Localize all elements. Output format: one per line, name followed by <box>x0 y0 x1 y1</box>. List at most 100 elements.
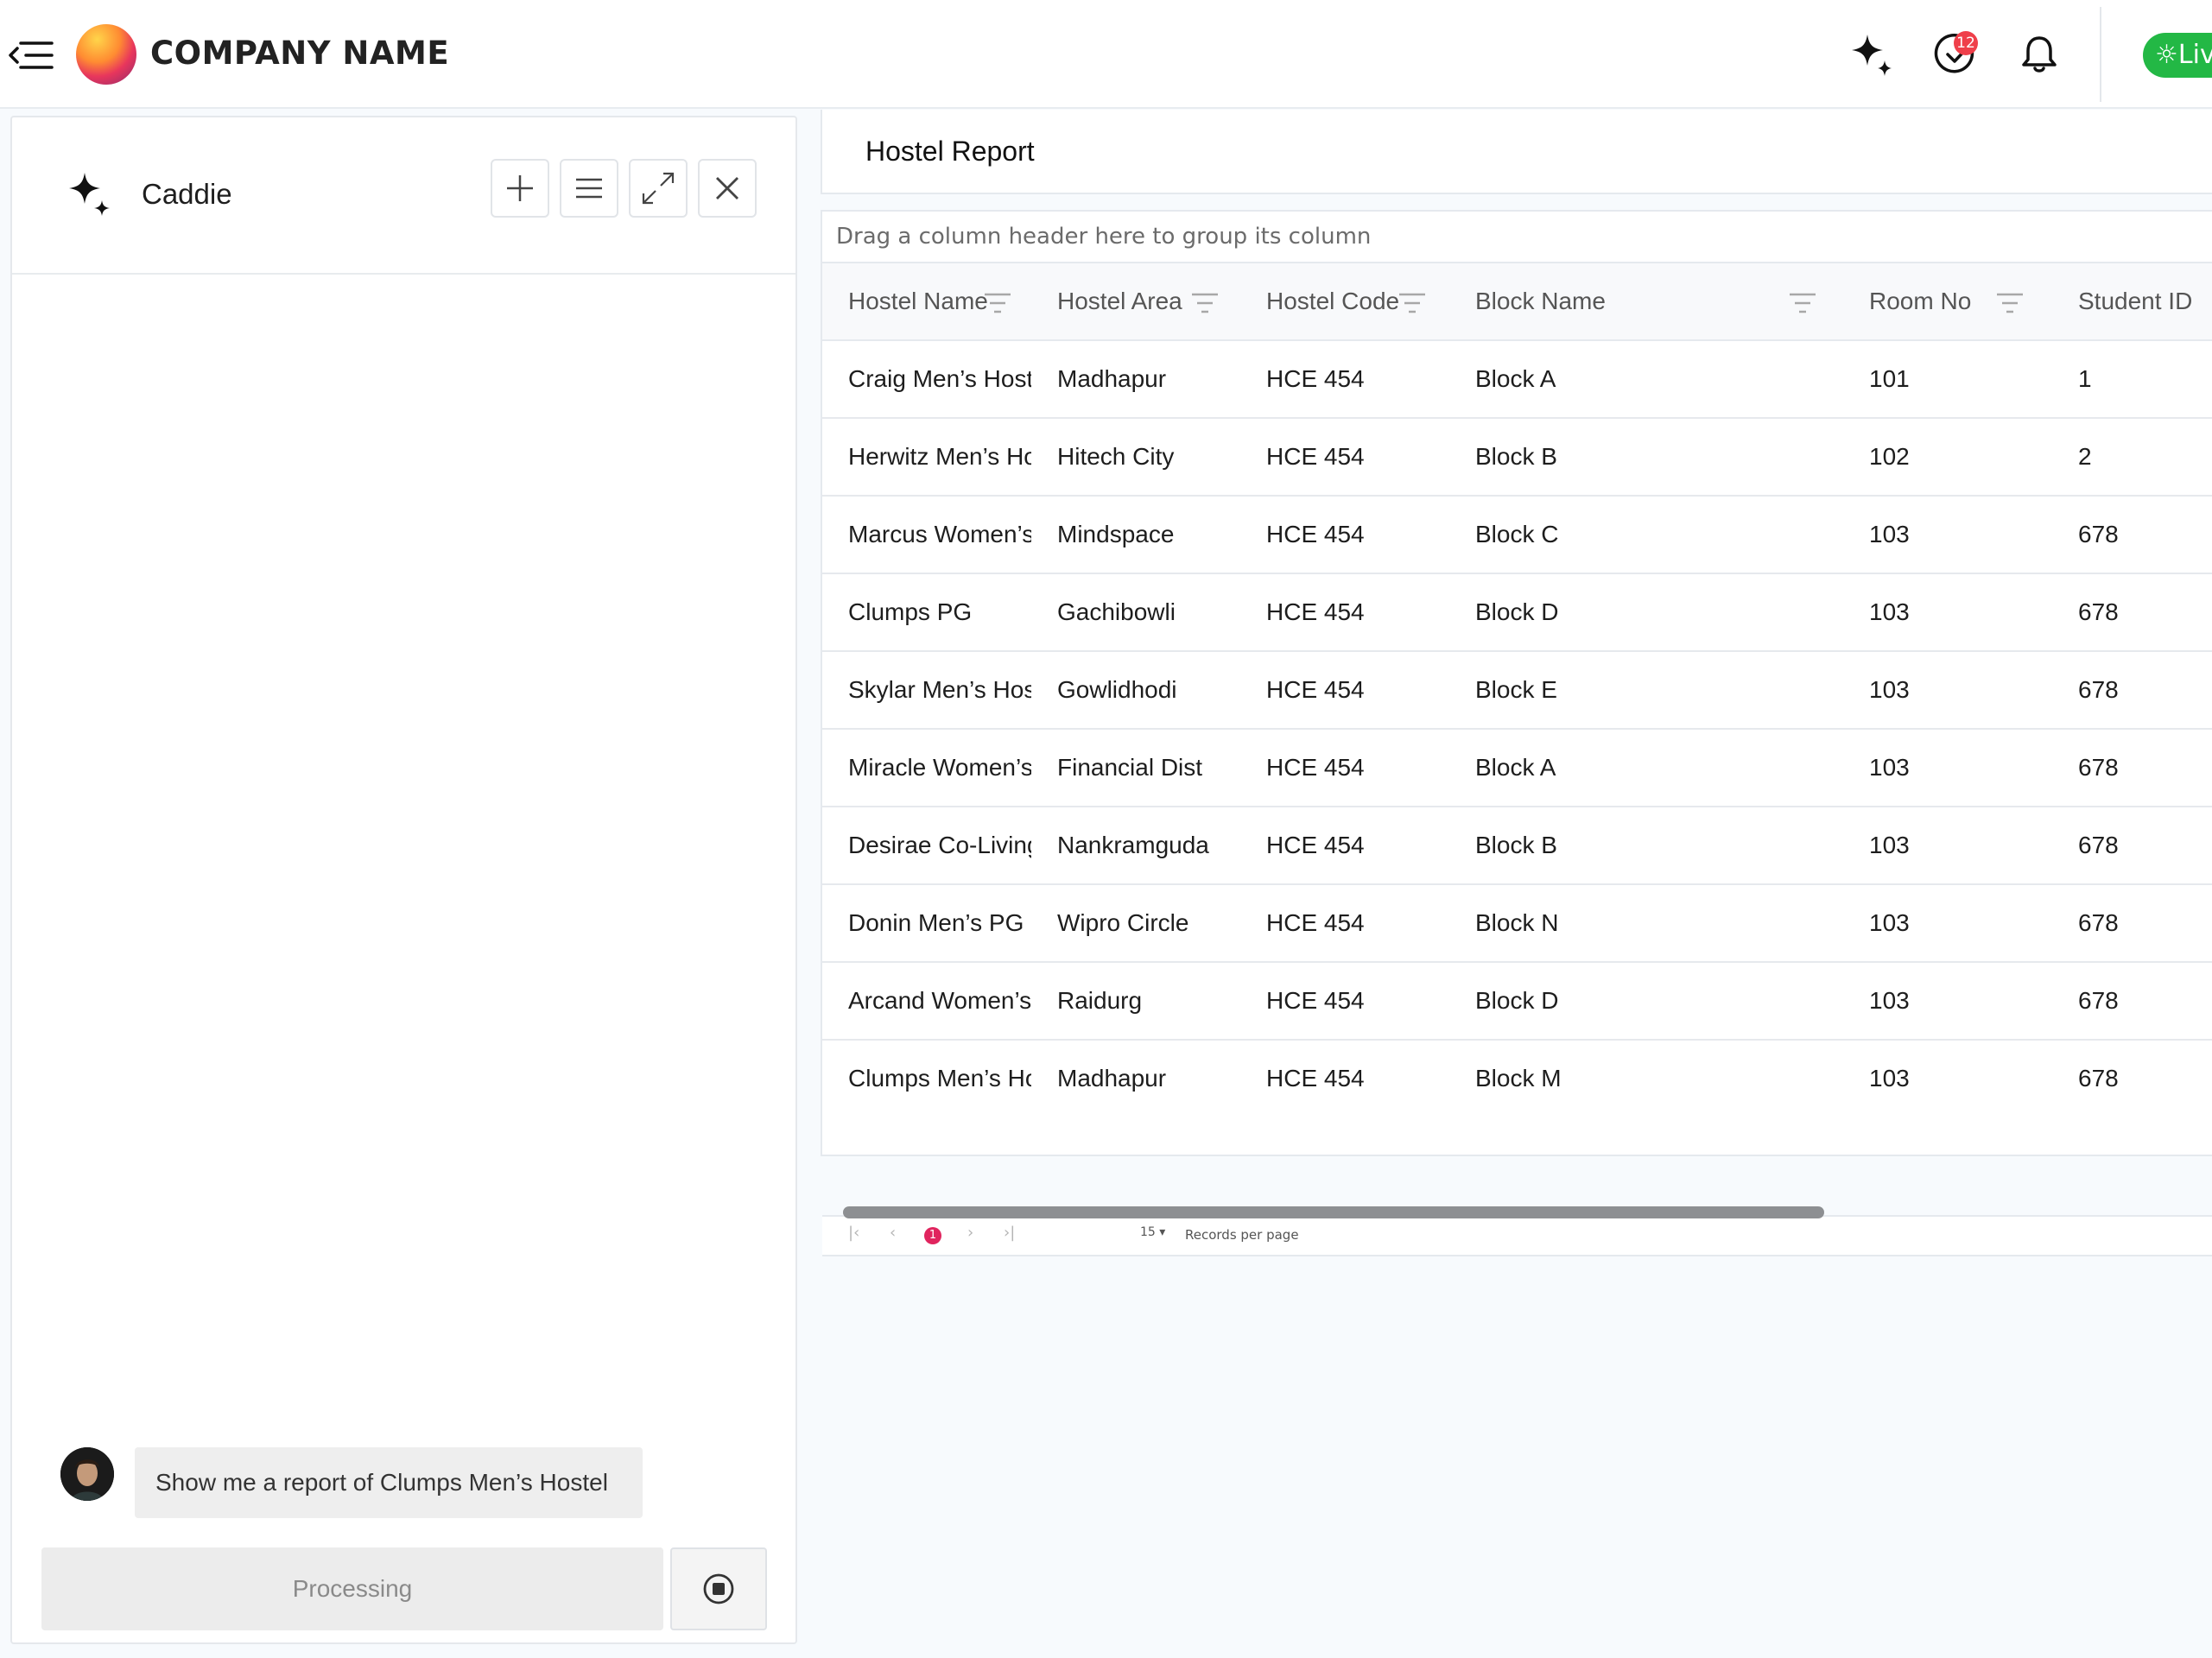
cell-student-id: 678 <box>2078 1065 2119 1092</box>
table-row[interactable]: Craig Men’s Hostel Madhapur HCE 454 Bloc… <box>822 341 2212 419</box>
caddie-header: Caddie <box>12 117 795 275</box>
cell-hostel-area: Wipro Circle <box>1057 909 1189 936</box>
next-page-icon[interactable]: › <box>967 1224 973 1242</box>
pagination-bar: |‹ ‹ 1 › ›| 15 ▾ Records per page <box>822 1215 2212 1256</box>
cell-block-name: Block M <box>1475 1065 1562 1092</box>
stop-icon <box>703 1573 734 1604</box>
processing-indicator: Processing <box>41 1547 663 1630</box>
cell-student-id: 1 <box>2078 365 2092 392</box>
cell-room-no: 101 <box>1869 365 1910 392</box>
notification-badge: 12 <box>1954 31 1978 55</box>
filter-icon[interactable] <box>1788 291 1817 315</box>
cell-room-no: 103 <box>1869 754 1910 781</box>
cell-student-id: 678 <box>2078 832 2119 858</box>
sparkle-icon <box>66 171 114 219</box>
history-button[interactable] <box>560 159 618 218</box>
prev-page-icon[interactable]: ‹ <box>890 1224 896 1242</box>
cell-student-id: 2 <box>2078 443 2092 470</box>
table-row[interactable]: Marcus Women’s Hostel Mindspace HCE 454 … <box>822 497 2212 574</box>
avatar <box>60 1447 114 1501</box>
filter-icon[interactable] <box>1190 291 1220 315</box>
first-page-icon[interactable]: |‹ <box>848 1224 859 1242</box>
cell-hostel-name: Marcus Women’s Hostel <box>848 521 1031 547</box>
cell-room-no: 103 <box>1869 521 1910 547</box>
column-header-hostel-code[interactable]: Hostel Code <box>1266 263 1399 339</box>
add-icon <box>507 175 533 201</box>
cell-hostel-name: Craig Men’s Hostel <box>848 365 1031 392</box>
cell-hostel-code: HCE 454 <box>1266 987 1365 1014</box>
user-message-bubble: Show me a report of Clumps Men’s Hostel <box>135 1447 643 1518</box>
cell-block-name: Block C <box>1475 521 1559 547</box>
expand-icon <box>642 172 675 205</box>
sparkle-icon[interactable] <box>1848 31 1895 78</box>
cell-hostel-code: HCE 454 <box>1266 598 1365 625</box>
column-header-block-name[interactable]: Block Name <box>1475 263 1606 339</box>
caddie-panel: Caddie Show me a report of Clumps Men’s … <box>10 116 797 1644</box>
cell-block-name: Block B <box>1475 832 1557 858</box>
cell-hostel-code: HCE 454 <box>1266 676 1365 703</box>
new-chat-button[interactable] <box>491 159 549 218</box>
cell-student-id: 678 <box>2078 909 2119 936</box>
chevron-down-icon: ▾ <box>1159 1225 1166 1239</box>
column-header-hostel-area[interactable]: Hostel Area <box>1057 263 1182 339</box>
table-row[interactable]: Clumps Men’s Hostel Madhapur HCE 454 Blo… <box>822 1041 2212 1101</box>
close-icon <box>716 177 738 199</box>
cell-hostel-name: Clumps PG <box>848 598 973 625</box>
bell-icon[interactable] <box>2016 31 2063 78</box>
table-row[interactable]: Desirae Co-Living Nankramguda HCE 454 Bl… <box>822 807 2212 885</box>
report-title-bar: Hostel Report <box>821 110 2212 194</box>
table-row[interactable]: Arcand Women’s Hostel Raidurg HCE 454 Bl… <box>822 963 2212 1041</box>
close-button[interactable] <box>698 159 757 218</box>
cell-hostel-area: Financial Dist <box>1057 754 1203 781</box>
cell-hostel-area: Gachibowli <box>1057 598 1176 625</box>
cell-block-name: Block N <box>1475 909 1559 936</box>
cell-room-no: 103 <box>1869 598 1910 625</box>
cell-hostel-area: Madhapur <box>1057 1065 1167 1092</box>
column-header-student-id[interactable]: Student ID <box>2078 263 2192 339</box>
table-row[interactable]: Donin Men’s PG Wipro Circle HCE 454 Bloc… <box>822 885 2212 963</box>
cell-hostel-name: Arcand Women’s Hostel <box>848 987 1031 1014</box>
report-title: Hostel Report <box>865 136 1035 167</box>
cell-hostel-name: Skylar Men’s Hostel <box>848 676 1031 703</box>
filter-icon[interactable] <box>1995 291 2025 315</box>
cell-hostel-area: Hitech City <box>1057 443 1175 470</box>
cell-block-name: Block A <box>1475 754 1556 781</box>
cell-hostel-code: HCE 454 <box>1266 909 1365 936</box>
cell-hostel-code: HCE 454 <box>1266 521 1365 547</box>
table-row[interactable]: Herwitz Men’s Hostel Hitech City HCE 454… <box>822 419 2212 497</box>
table-header: Hostel Name Hostel Area Hostel Code Bloc… <box>822 263 2212 341</box>
data-grid: Drag a column header here to group its c… <box>821 210 2212 1256</box>
cell-hostel-area: Mindspace <box>1057 521 1175 547</box>
last-page-icon[interactable]: ›| <box>1004 1224 1015 1242</box>
cell-hostel-area: Raidurg <box>1057 987 1143 1014</box>
cell-hostel-area: Gowlidhodi <box>1057 676 1177 703</box>
cell-student-id: 678 <box>2078 987 2119 1014</box>
group-drop-zone[interactable]: Drag a column header here to group its c… <box>822 212 2212 263</box>
table-row[interactable]: Clumps PG Gachibowli HCE 454 Block D 103… <box>822 574 2212 652</box>
table-row[interactable]: Skylar Men’s Hostel Gowlidhodi HCE 454 B… <box>822 652 2212 730</box>
page-number-current[interactable]: 1 <box>924 1227 941 1244</box>
list-icon <box>576 178 602 199</box>
page-size-select[interactable]: 15 ▾ <box>1140 1225 1165 1239</box>
stop-button[interactable] <box>670 1547 767 1630</box>
table-row[interactable]: Miracle Women’s Hostel Financial Dist HC… <box>822 730 2212 807</box>
horizontal-scrollbar[interactable] <box>843 1206 1824 1218</box>
cell-room-no: 103 <box>1869 1065 1910 1092</box>
column-header-room-no[interactable]: Room No <box>1869 263 1971 339</box>
cell-hostel-name: Desirae Co-Living <box>848 832 1031 858</box>
cell-block-name: Block A <box>1475 365 1556 392</box>
header-divider <box>2100 7 2101 102</box>
page-size-value: 15 <box>1140 1225 1156 1239</box>
table-body: Craig Men’s Hostel Madhapur HCE 454 Bloc… <box>822 341 2212 1101</box>
column-header-hostel-name[interactable]: Hostel Name <box>848 263 988 339</box>
live-toggle[interactable]: ☼Liv <box>2143 33 2212 78</box>
cell-hostel-code: HCE 454 <box>1266 754 1365 781</box>
expand-button[interactable] <box>629 159 688 218</box>
filter-icon[interactable] <box>1398 291 1427 315</box>
menu-collapse-icon[interactable] <box>9 38 55 73</box>
company-logo[interactable] <box>76 24 136 85</box>
filter-icon[interactable] <box>983 291 1012 315</box>
cell-hostel-code: HCE 454 <box>1266 1065 1365 1092</box>
cell-room-no: 103 <box>1869 832 1910 858</box>
cell-hostel-code: HCE 454 <box>1266 832 1365 858</box>
